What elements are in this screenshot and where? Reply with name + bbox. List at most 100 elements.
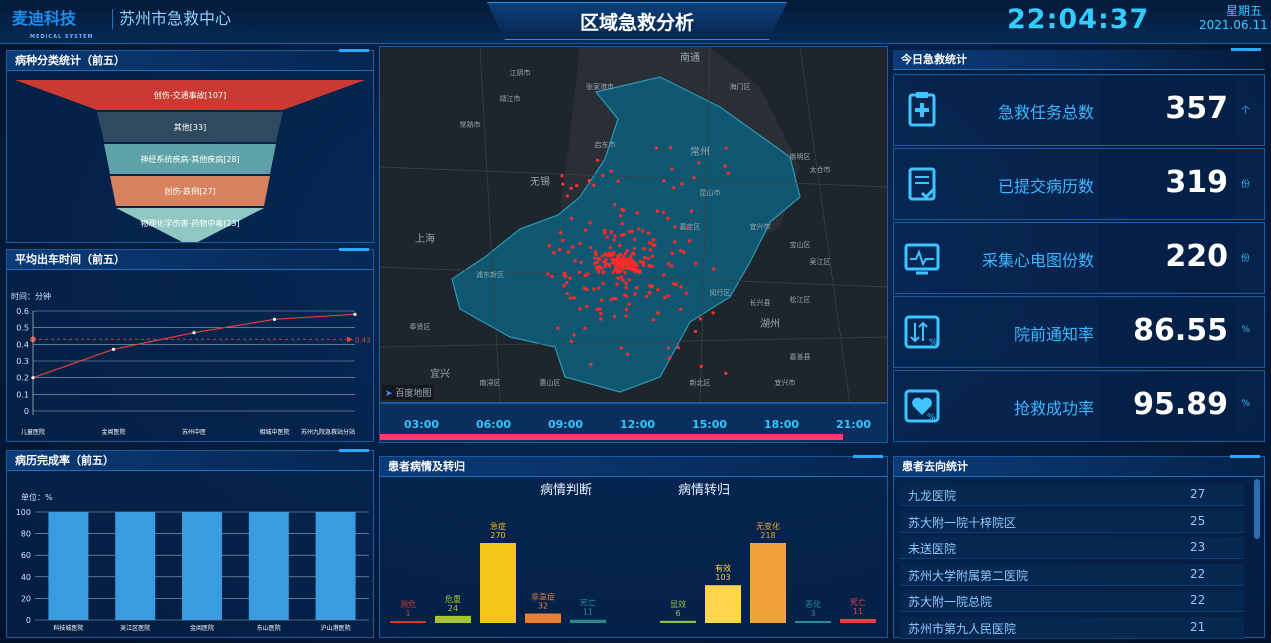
destination-row[interactable]: 苏大附一院总院 22 (900, 590, 1244, 612)
incident-marker (607, 262, 611, 266)
record-y-tick: 60 (21, 551, 31, 560)
today-panel-title: 今日急救统计 (893, 48, 1265, 70)
patient-bar (660, 620, 696, 623)
dispatch-panel: 平均出车时间（前五） 时间：分钟 0 0.1 0.2 0.3 0.4 0.5 0.6 0.43 儿… (6, 248, 374, 442)
incident-marker (595, 307, 599, 312)
destination-name: 苏大附一院总院 (908, 595, 993, 609)
record-y-tick: 100 (16, 508, 31, 517)
patient-bar (705, 585, 741, 623)
incident-marker (672, 186, 676, 190)
incident-marker (608, 245, 613, 250)
patient-bar (480, 543, 516, 623)
incident-marker (618, 214, 623, 218)
time-slider-label[interactable]: 09:00 (548, 418, 583, 431)
incident-marker (619, 233, 624, 238)
incident-marker (647, 291, 652, 295)
incident-marker (589, 245, 593, 250)
incident-marker (598, 257, 602, 261)
patient-bar (435, 615, 471, 623)
time-slider-label[interactable]: 21:00 (836, 418, 871, 431)
patient-bar-category: 有效 (715, 563, 731, 573)
destination-row[interactable]: 苏州大学附属第二医院 22 (900, 563, 1244, 586)
incident-marker (546, 272, 550, 276)
stat-label: 院前通知率 (1013, 325, 1094, 344)
stat-card: 采集心电图份数 220 份 (893, 222, 1265, 294)
patient-bar-charts: 濒危1危重24急症270非急症32 死亡11显效6有效103无变化218恶化3死亡… (390, 521, 876, 623)
incident-marker (666, 216, 670, 221)
patient-bar-value: 6 (675, 609, 680, 618)
logo: 麦迪科技 MEDICAL SYSTEM (12, 9, 94, 40)
destination-row[interactable]: 苏州市第九人民医院 21 (900, 616, 1244, 639)
incident-marker (573, 259, 577, 263)
incident-marker (561, 182, 565, 186)
map-city-label: 太仓市 (810, 165, 831, 174)
record-panel-title: 病历完成率（前五） (7, 449, 373, 471)
time-slider-label[interactable]: 15:00 (692, 418, 727, 431)
map-city-label: 新北区 (690, 378, 711, 387)
record-bar (182, 512, 222, 620)
region-map[interactable]: 南通江阴市张家港市 海门区靖江市常熟市启东市常州 崇明区无锡太仓市昆山市嘉定区 宜兴市… (380, 47, 888, 403)
svg-text:%: % (929, 338, 938, 348)
map-city-label: 闵行区 (710, 288, 731, 297)
incident-marker (616, 179, 620, 183)
incident-marker (593, 250, 597, 254)
funnel-label: 其他[33] (174, 122, 206, 132)
map-city-label: 无锡 (530, 175, 550, 188)
incident-marker (550, 274, 554, 279)
incident-marker (583, 326, 587, 330)
destination-scrollbar[interactable] (1254, 479, 1260, 539)
incident-marker (646, 231, 651, 235)
incident-marker (642, 247, 646, 251)
incident-marker (692, 176, 696, 180)
stat-value-box: 319 (1098, 151, 1236, 217)
incident-marker (681, 250, 686, 255)
time-slider-progress[interactable] (380, 434, 844, 440)
incident-marker (662, 179, 666, 183)
incident-marker (623, 271, 627, 275)
line-x-tick: 儿童医院 (21, 428, 45, 436)
map-city-label: 嘉定区 (680, 222, 701, 231)
incident-marker (623, 260, 628, 265)
incident-marker (616, 254, 620, 258)
time-slider-label[interactable]: 18:00 (764, 418, 799, 431)
incident-marker (638, 269, 642, 273)
map-city-label: 宜兴市 (750, 222, 771, 231)
incident-marker (672, 240, 677, 244)
destination-row[interactable]: 未送医院 23 (900, 537, 1244, 559)
incident-marker (624, 285, 628, 290)
destination-row[interactable]: 九龙医院 27 (900, 484, 1244, 506)
clipboard-plus-icon (908, 92, 936, 127)
patient-bar-value: 3 (810, 609, 815, 618)
incident-marker (578, 307, 582, 311)
destination-name: 九龙医院 (908, 489, 957, 503)
incident-marker (680, 182, 684, 186)
time-slider[interactable]: 03:00 06:00 09:00 12:00 15:00 18:00 21:00 (379, 403, 888, 443)
time-slider-label[interactable]: 06:00 (476, 418, 511, 431)
record-y-tick: 80 (21, 530, 31, 539)
incident-marker (642, 255, 647, 260)
record-bar (315, 512, 356, 620)
incident-marker (598, 307, 602, 311)
stat-label: 已提交病历数 (997, 177, 1094, 196)
stat-unit: 份 (1240, 254, 1250, 264)
org-name: 苏州市急救中心 (112, 9, 231, 29)
time-slider-label[interactable]: 12:00 (620, 418, 655, 431)
map-city-label: 宝山区 (790, 240, 811, 249)
incident-marker (593, 256, 597, 260)
line-point (272, 317, 277, 321)
incident-marker (613, 234, 617, 238)
destination-row[interactable]: 苏大附一院十梓院区 25 (900, 510, 1244, 533)
patient-bar (795, 621, 831, 623)
time-slider-label[interactable]: 03:00 (404, 418, 439, 431)
incident-marker (611, 270, 615, 274)
map-view[interactable]: 南通 江阴市 张家港市 海门区 靖江市 常熟市 启东市 常州 崇明区 无锡 太仓市 昆山市 嘉定区 宜兴市… (379, 46, 888, 403)
incident-marker (669, 264, 674, 268)
map-city-label: 靖江市 (500, 94, 521, 103)
line-y-tick: 0.1 (16, 390, 29, 399)
incident-marker (592, 183, 596, 187)
baidu-logo-icon: ➤ (385, 389, 393, 399)
line-series (32, 313, 356, 379)
stat-value: 319 (1165, 165, 1228, 200)
incident-marker (607, 251, 611, 256)
line-x-tick: 相城中医院 (259, 428, 289, 436)
